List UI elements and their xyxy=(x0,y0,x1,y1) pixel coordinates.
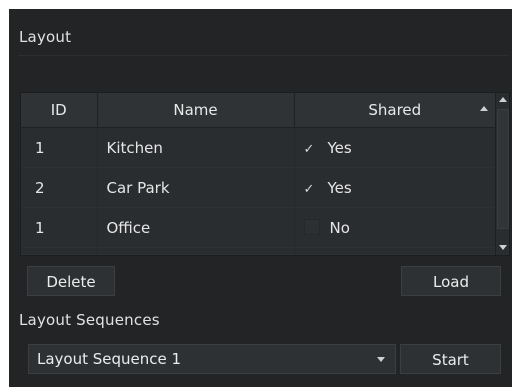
table-row[interactable]: 1 Kitchen ✓ Yes xyxy=(21,127,495,168)
checkmark-icon[interactable]: ✓ xyxy=(304,142,322,157)
column-header-name[interactable]: Name xyxy=(97,93,295,128)
cell-id: 1 xyxy=(21,207,98,248)
layout-sequence-select[interactable]: Layout Sequence 1 xyxy=(28,344,396,374)
cell-id: 2 xyxy=(21,167,98,208)
scroll-thumb[interactable] xyxy=(497,109,509,229)
cell-shared: ✓ Yes xyxy=(294,167,495,208)
shared-value: No xyxy=(329,218,350,237)
shared-value: Yes xyxy=(327,138,352,157)
table-row[interactable]: 2 Car Park ✓ Yes xyxy=(21,167,495,208)
cell-name: Office xyxy=(97,207,295,248)
cell-name: Car Park xyxy=(97,167,295,208)
checkbox-unchecked[interactable] xyxy=(303,218,320,235)
cell-id: 1 xyxy=(21,127,98,168)
scroll-up-icon[interactable] xyxy=(499,97,507,102)
column-header-shared[interactable]: Shared xyxy=(294,93,495,128)
column-header-id[interactable]: ID xyxy=(21,93,98,128)
start-button[interactable]: Start xyxy=(400,344,501,374)
scroll-down-icon[interactable] xyxy=(499,245,507,250)
section-divider xyxy=(18,55,509,56)
layout-sequence-value: Layout Sequence 1 xyxy=(37,350,182,368)
table-row-partial xyxy=(21,247,495,255)
delete-button[interactable]: Delete xyxy=(27,266,115,296)
cell-shared: No xyxy=(294,207,495,248)
load-button[interactable]: Load xyxy=(401,266,501,296)
table-header-row: ID Name Shared xyxy=(21,93,495,128)
table-scrollbar[interactable] xyxy=(495,93,509,255)
column-header-shared-label: Shared xyxy=(368,101,422,119)
chevron-down-icon xyxy=(377,357,385,362)
checkmark-icon[interactable]: ✓ xyxy=(304,182,322,197)
layout-sequences-title: Layout Sequences xyxy=(19,311,160,329)
layout-table: ID Name Shared 1 Kitchen ✓ Yes 2 Car Par… xyxy=(20,92,510,256)
sort-ascending-icon xyxy=(480,106,488,111)
layout-section-title: Layout xyxy=(19,28,72,46)
table-row[interactable]: 1 Office No xyxy=(21,207,495,248)
cell-name: Kitchen xyxy=(97,127,295,168)
cell-shared: ✓ Yes xyxy=(294,127,495,168)
layout-panel: Layout ID Name Shared 1 Kitchen ✓ Yes 2 … xyxy=(9,9,512,387)
shared-value: Yes xyxy=(327,178,352,197)
